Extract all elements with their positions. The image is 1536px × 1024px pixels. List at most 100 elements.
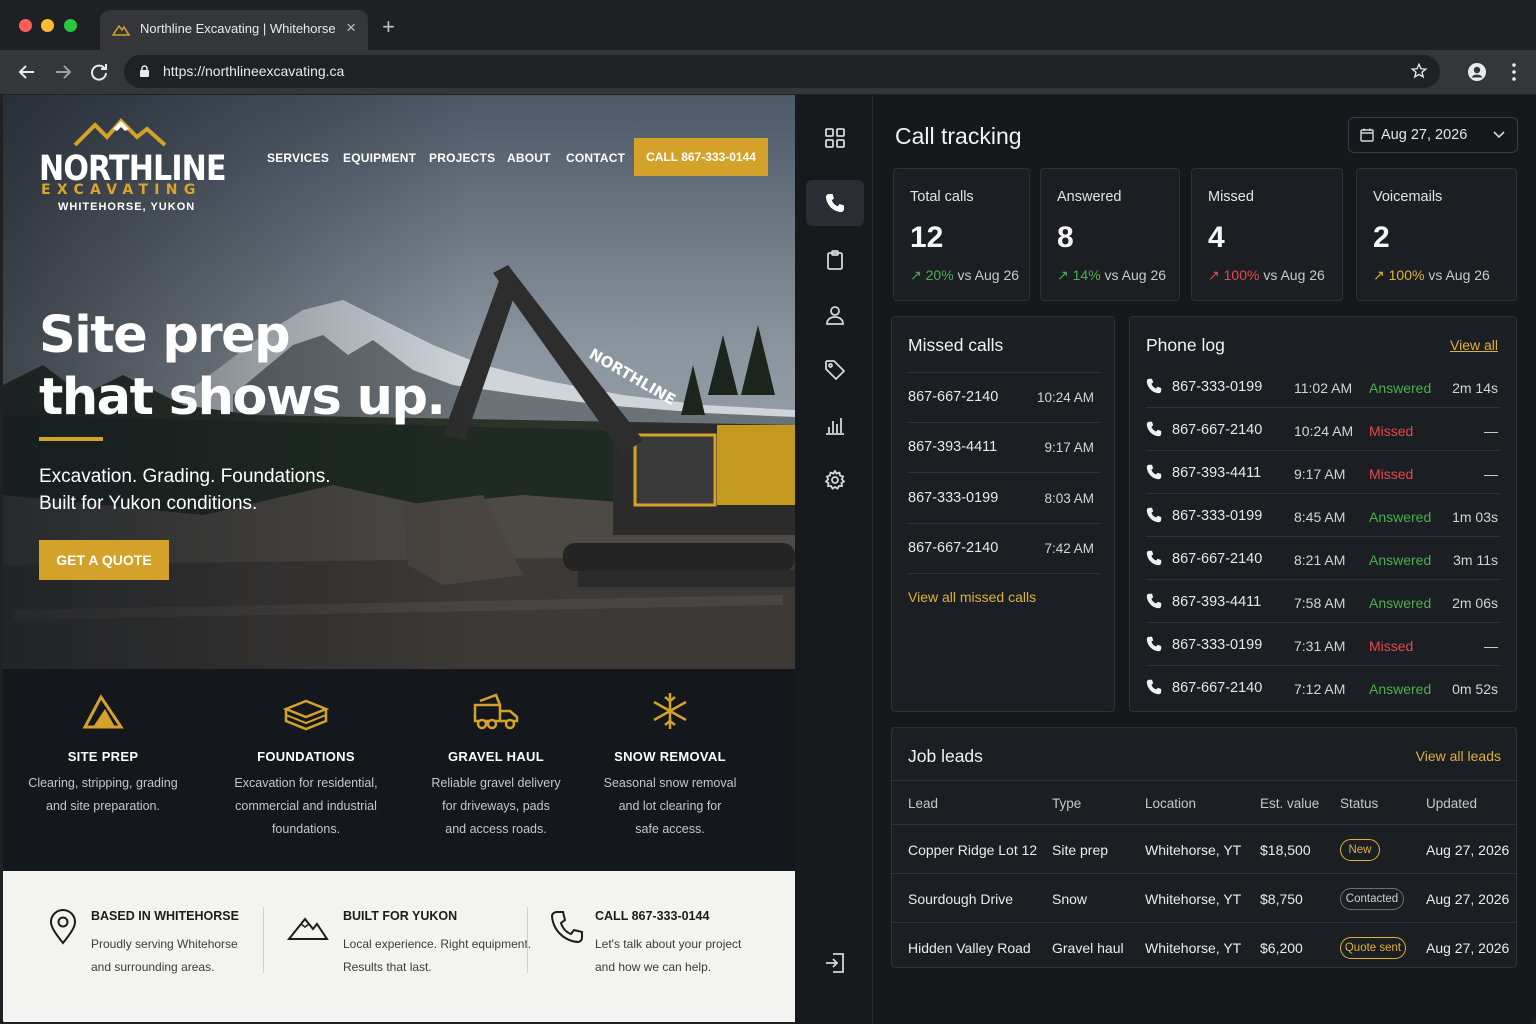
nav-about[interactable]: ABOUT — [507, 151, 551, 165]
job-lead-row[interactable]: Hidden Valley Road Gravel haul Whitehorse,… — [892, 923, 1516, 972]
column-header-type[interactable]: Type — [1052, 796, 1081, 811]
reload-icon[interactable] — [87, 60, 111, 84]
phone-icon — [826, 194, 844, 212]
status-badge: Quote sent — [1340, 937, 1406, 959]
missed-call-number[interactable]: 867-333-0199 — [908, 490, 998, 506]
forward-icon[interactable] — [51, 60, 75, 84]
grid-icon — [825, 128, 845, 148]
service-card[interactable]: FOUNDATIONS Excavation for residential, c… — [211, 691, 401, 841]
phone-log-number: 867-333-0199 — [1172, 508, 1263, 524]
nav-logout[interactable] — [806, 940, 864, 986]
phone-log-row[interactable]: 867-333-0199 11:02 AM Answered 2m 14s — [1130, 378, 1516, 422]
phone-log-row[interactable]: 867-667-2140 7:12 AM Answered 0m 52s — [1130, 679, 1516, 723]
new-tab-icon[interactable]: + — [382, 14, 395, 40]
site-logo[interactable]: NORTHLINE EXCAVATING WHITEHORSE, YUKON — [39, 115, 227, 215]
tab-close-icon[interactable]: × — [346, 18, 356, 38]
phone-log-duration: — — [1484, 638, 1498, 654]
dashboard-main: Call tracking Aug 27, 2026 Total calls 1… — [874, 95, 1536, 1024]
missed-call-number[interactable]: 867-667-2140 — [908, 540, 998, 556]
more-menu-icon[interactable] — [1502, 60, 1526, 84]
column-header-status[interactable]: Status — [1340, 796, 1378, 811]
arrow-up-right-icon: ↗ — [1208, 267, 1220, 283]
divider — [1146, 493, 1500, 494]
minimize-window-button[interactable] — [41, 19, 54, 32]
bookmark-star-icon[interactable] — [1410, 62, 1428, 80]
gear-icon — [825, 470, 845, 490]
nav-tags[interactable] — [806, 347, 864, 393]
services-section: SITE PREP Clearing, stripping, grading an… — [3, 669, 795, 871]
phone-icon — [1146, 593, 1162, 609]
profile-icon[interactable] — [1465, 60, 1489, 84]
phone-log-time: 7:31 AM — [1294, 638, 1346, 654]
service-card[interactable]: SITE PREP Clearing, stripping, grading an… — [8, 691, 198, 818]
column-header-value[interactable]: Est. value — [1260, 796, 1319, 811]
nav-calls[interactable] — [806, 180, 864, 226]
kpi-value: 2 — [1373, 221, 1390, 254]
browser-tab[interactable]: Northline Excavating | Whitehorse, YT × — [100, 10, 368, 50]
service-title: GRAVEL HAUL — [448, 749, 544, 764]
service-title: SITE PREP — [67, 749, 139, 764]
get-quote-button[interactable]: GET A QUOTE — [39, 540, 169, 580]
phone-log-status: Answered — [1369, 681, 1432, 697]
nav-contacts[interactable] — [806, 292, 864, 338]
tab-title: Northline Excavating | Whitehorse, YT — [140, 21, 336, 36]
nav-dashboard[interactable] — [806, 115, 864, 161]
location-pin-icon — [49, 909, 77, 945]
lead-type: Gravel haul — [1052, 940, 1124, 956]
call-button[interactable]: CALL 867-333-0144 — [634, 138, 768, 176]
nav-services[interactable]: SERVICES — [267, 151, 329, 165]
phone-log-number: 867-667-2140 — [1172, 680, 1263, 696]
missed-call-number[interactable]: 867-667-2140 — [908, 389, 998, 405]
missed-calls-panel: Missed calls 867-667-2140 10:24 AM 867-3… — [891, 316, 1115, 712]
phone-log-row[interactable]: 867-667-2140 10:24 AM Missed — — [1130, 421, 1516, 465]
nav-projects[interactable]: PROJECTS — [429, 151, 495, 165]
nav-settings[interactable] — [806, 457, 864, 503]
missed-call-time: 7:42 AM — [1044, 541, 1094, 556]
phone-log-duration: — — [1484, 423, 1498, 439]
phone-log-number: 867-667-2140 — [1172, 422, 1263, 438]
maximize-window-button[interactable] — [64, 19, 77, 32]
column-header-updated[interactable]: Updated — [1426, 796, 1477, 811]
nav-contact[interactable]: CONTACT — [566, 151, 625, 165]
service-card[interactable]: SNOW REMOVAL Seasonal snow removal and lo… — [575, 691, 765, 841]
lead-name: Hidden Valley Road — [908, 940, 1031, 956]
phone-log-row[interactable]: 867-333-0199 7:31 AM Missed — — [1130, 636, 1516, 680]
nav-equipment[interactable]: EQUIPMENT — [343, 151, 416, 165]
service-description: Clearing, stripping, grading and site pre… — [28, 776, 178, 813]
back-icon[interactable] — [15, 60, 39, 84]
nav-reports[interactable] — [806, 402, 864, 448]
address-bar[interactable]: https://northlineexcavating.ca — [124, 55, 1440, 88]
phone-log-duration: — — [1484, 466, 1498, 482]
phone-log-row[interactable]: 867-333-0199 8:45 AM Answered 1m 03s — [1130, 507, 1516, 551]
view-all-leads-link[interactable]: View all leads — [1416, 748, 1501, 764]
nav-jobs[interactable] — [806, 237, 864, 283]
phone-log-duration: 2m 06s — [1452, 595, 1498, 611]
lead-updated: Aug 27, 2026 — [1426, 842, 1510, 858]
divider — [908, 372, 1100, 373]
phone-log-row[interactable]: 867-393-4411 7:58 AM Answered 2m 06s — [1130, 593, 1516, 637]
column-header-lead[interactable]: Lead — [908, 796, 938, 811]
view-all-missed-link[interactable]: View all missed calls — [908, 589, 1036, 605]
lead-name: Copper Ridge Lot 12 — [908, 842, 1038, 858]
phone-log-number: 867-667-2140 — [1172, 551, 1263, 567]
phone-log-row[interactable]: 867-667-2140 8:21 AM Answered 3m 11s — [1130, 550, 1516, 594]
date-picker[interactable]: Aug 27, 2026 — [1348, 117, 1518, 153]
lead-location: Whitehorse, YT — [1145, 842, 1242, 858]
phone-log-row[interactable]: 867-393-4411 9:17 AM Missed — — [1130, 464, 1516, 508]
arrow-up-right-icon: ↗ — [910, 267, 922, 283]
logo-location: WHITEHORSE, YUKON — [58, 201, 196, 213]
job-lead-row[interactable]: Sourdough Drive Snow Whitehorse, YT $8,750 C… — [892, 874, 1516, 923]
lead-value: $18,500 — [1260, 842, 1311, 858]
kpi-delta: ↗ 100% vs Aug 26 — [1373, 267, 1490, 283]
kpi-delta: ↗ 14% vs Aug 26 — [1057, 267, 1167, 283]
service-card[interactable]: GRAVEL HAUL Reliable gravel delivery for … — [401, 691, 591, 841]
arrow-up-right-icon: ↗ — [1057, 267, 1069, 283]
feature-description: Proudly serving Whitehorse and surroundin… — [91, 937, 238, 974]
job-lead-row[interactable]: Copper Ridge Lot 12 Site prep Whitehorse, … — [892, 825, 1516, 874]
close-window-button[interactable] — [19, 19, 32, 32]
phone-log-time: 7:58 AM — [1294, 595, 1346, 611]
divider — [263, 907, 264, 973]
column-header-location[interactable]: Location — [1145, 796, 1196, 811]
view-all-link[interactable]: View all — [1450, 337, 1498, 353]
missed-call-number[interactable]: 867-393-4411 — [908, 439, 997, 455]
